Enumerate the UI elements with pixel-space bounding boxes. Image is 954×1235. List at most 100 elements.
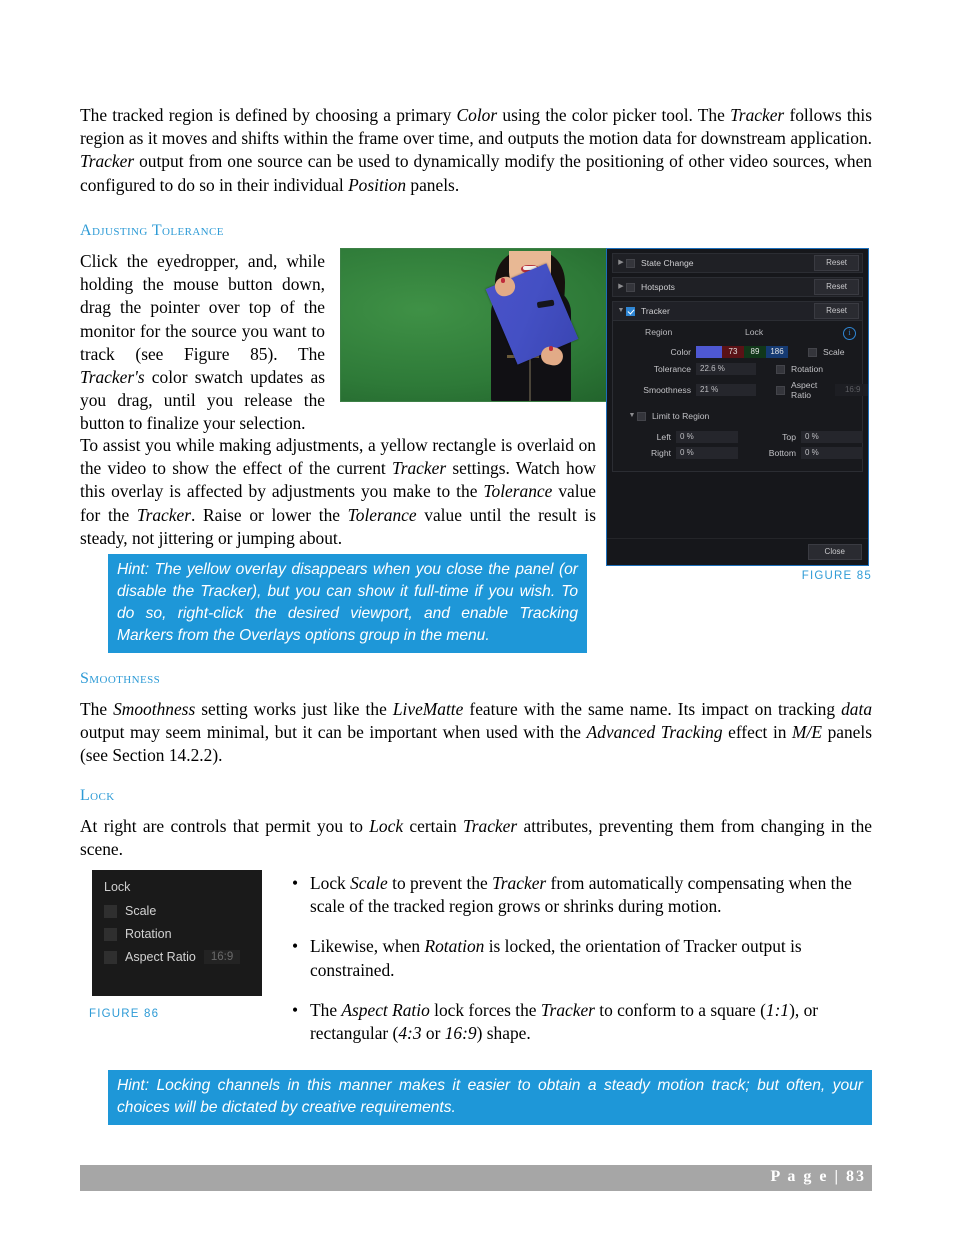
region-bounds-grid: Left 0 % Right 0 % Top 0 % Bottom 0 % — [613, 431, 863, 463]
hint-box-lock: Hint: Locking channels in this manner ma… — [108, 1070, 872, 1125]
heading-text: Smoothness — [80, 670, 161, 687]
adjusting-tolerance-paragraph-1: Click the eyedropper, and, while holding… — [80, 251, 325, 434]
close-button[interactable]: Close — [807, 544, 862, 560]
chevron-right-icon[interactable]: ▶ — [616, 278, 626, 296]
lock-rotation-checkbox[interactable] — [776, 364, 785, 374]
state-change-reset-button[interactable]: Reset — [814, 255, 859, 271]
hotspots-label: Hotspots — [641, 282, 675, 292]
figure-86-lock-panel: Lock Scale Rotation Aspect Ratio 16:9 — [92, 870, 262, 996]
right-field[interactable]: 0 % — [676, 447, 738, 459]
lock-panel-title: Lock — [104, 880, 131, 894]
hotspots-checkbox[interactable] — [626, 282, 635, 292]
page-footer: P a g e | 83 — [80, 1165, 872, 1191]
intro-paragraph: The tracked region is defined by choosin… — [80, 105, 872, 195]
lock-panel-row-aspect-ratio[interactable]: Aspect Ratio 16:9 — [104, 950, 262, 964]
accordion-row-state-change[interactable]: ▶ State Change Reset — [612, 253, 863, 273]
bottom-field[interactable]: 0 % — [801, 447, 863, 459]
tolerance-field[interactable]: 22.6 % — [696, 363, 756, 375]
tracker-settings-body: Region Lock i Color 73 89 186 Scale Tole… — [612, 321, 868, 472]
limit-to-region-label: Limit to Region — [652, 411, 710, 421]
lock-column-label: Lock — [745, 327, 764, 337]
lock-scale-row[interactable]: Scale — [808, 347, 845, 357]
heading-lock: Lock — [80, 787, 115, 815]
right-label: Right — [650, 448, 671, 458]
tolerance-label: Tolerance — [653, 364, 691, 374]
lock-aspect-ratio-label: Aspect Ratio — [791, 380, 818, 400]
heading-adjusting-tolerance: Adjusting Tolerance — [80, 222, 224, 250]
figure-85-video-still — [340, 248, 608, 402]
top-field[interactable]: 0 % — [801, 431, 863, 443]
bottom-bound-row: Bottom 0 % — [738, 447, 863, 459]
left-label: Left — [656, 432, 671, 442]
heading-text: Lock — [80, 787, 115, 804]
region-column-label: Region — [645, 327, 673, 337]
heading-text: Adjusting Tolerance — [80, 222, 224, 239]
figure-86-caption: FIGURE 86 — [89, 1008, 160, 1020]
state-change-label: State Change — [641, 258, 694, 268]
list-item: • Lock Scale to prevent the Tracker from… — [288, 872, 872, 918]
color-red-field[interactable]: 73 — [722, 346, 744, 358]
smoothness-row: Smoothness 21 % Aspect Ratio 16:9 — [613, 380, 868, 400]
hotspots-reset-button[interactable]: Reset — [814, 279, 859, 295]
limit-to-region-row[interactable]: ▼ Limit to Region — [627, 407, 862, 425]
figure-85-tracker-panel: ▶ State Change Reset ▶ Hotspots Reset ▼ … — [606, 248, 869, 566]
lock-scale-checkbox[interactable] — [808, 347, 817, 357]
bullet-icon: • — [292, 873, 299, 893]
lock-scale-label: Scale — [125, 904, 157, 918]
list-item: • The Aspect Ratio lock forces the Track… — [288, 999, 872, 1045]
lock-rotation-row[interactable]: Rotation — [776, 364, 823, 374]
info-icon[interactable]: i — [843, 327, 856, 340]
figure-85: ▶ State Change Reset ▶ Hotspots Reset ▼ … — [340, 248, 872, 583]
color-green-field[interactable]: 89 — [744, 346, 766, 358]
hint-text: Hint: Locking channels in this manner ma… — [108, 1070, 872, 1125]
lock-scale-checkbox[interactable] — [104, 904, 117, 918]
aspect-ratio-value[interactable]: 16:9 — [203, 950, 241, 964]
accordion-row-tracker[interactable]: ▼ Tracker Reset — [612, 301, 863, 321]
color-swatch[interactable] — [696, 346, 722, 358]
lock-rotation-label: Rotation — [125, 927, 172, 941]
bottom-label: Bottom — [768, 448, 796, 458]
clipboard-clip-icon — [536, 299, 555, 308]
chevron-down-icon[interactable]: ▼ — [616, 302, 626, 320]
smoothness-label: Smoothness — [643, 385, 691, 395]
state-change-checkbox[interactable] — [626, 258, 635, 268]
lock-panel-row-scale[interactable]: Scale — [104, 904, 262, 918]
panel-footer: Close — [607, 538, 868, 565]
right-bound-row: Right 0 % — [613, 447, 738, 459]
top-bound-row: Top 0 % — [738, 431, 863, 443]
figure-86: Lock Scale Rotation Aspect Ratio 16:9 FI… — [89, 870, 262, 1020]
tolerance-row: Tolerance 22.6 % Rotation — [613, 363, 862, 375]
tracker-label: Tracker — [641, 306, 670, 316]
color-row: Color 73 89 186 Scale — [613, 346, 862, 358]
lock-aspect-ratio-label: Aspect Ratio — [125, 950, 196, 964]
lock-panel-row-rotation[interactable]: Rotation — [104, 927, 262, 941]
top-label: Top — [782, 432, 796, 442]
lock-rotation-checkbox[interactable] — [104, 927, 117, 941]
lock-bullet-list: • Lock Scale to prevent the Tracker from… — [288, 872, 872, 1062]
tracker-column-headers: Region Lock i — [613, 327, 862, 340]
color-blue-field[interactable]: 186 — [766, 346, 788, 358]
page-number: P a g e | 83 — [770, 1168, 866, 1185]
chevron-right-icon[interactable]: ▶ — [616, 254, 626, 272]
limit-to-region-checkbox[interactable] — [637, 411, 646, 421]
tracker-checkbox[interactable] — [626, 306, 635, 316]
color-label: Color — [670, 347, 691, 357]
lock-aspect-ratio-checkbox[interactable] — [776, 385, 785, 395]
lock-scale-label: Scale — [823, 347, 845, 357]
lock-aspect-ratio-checkbox[interactable] — [104, 950, 117, 964]
aspect-ratio-value[interactable]: 16:9 — [835, 384, 868, 396]
list-item: • Likewise, when Rotation is locked, the… — [288, 935, 872, 981]
tracker-reset-button[interactable]: Reset — [814, 303, 859, 319]
smoothness-field[interactable]: 21 % — [696, 384, 756, 396]
document-page: The tracked region is defined by choosin… — [0, 0, 954, 1235]
heading-smoothness: Smoothness — [80, 670, 160, 698]
figure-85-caption: FIGURE 85 — [801, 570, 872, 582]
chevron-down-icon[interactable]: ▼ — [627, 407, 637, 425]
presenter-illustration — [479, 251, 583, 401]
lock-rotation-label: Rotation — [791, 364, 824, 374]
left-field[interactable]: 0 % — [676, 431, 738, 443]
left-bound-row: Left 0 % — [613, 431, 738, 443]
bullet-icon: • — [292, 999, 299, 1020]
accordion-row-hotspots[interactable]: ▶ Hotspots Reset — [612, 277, 863, 297]
lock-aspect-ratio-row[interactable]: Aspect Ratio 16:9 — [776, 380, 868, 400]
